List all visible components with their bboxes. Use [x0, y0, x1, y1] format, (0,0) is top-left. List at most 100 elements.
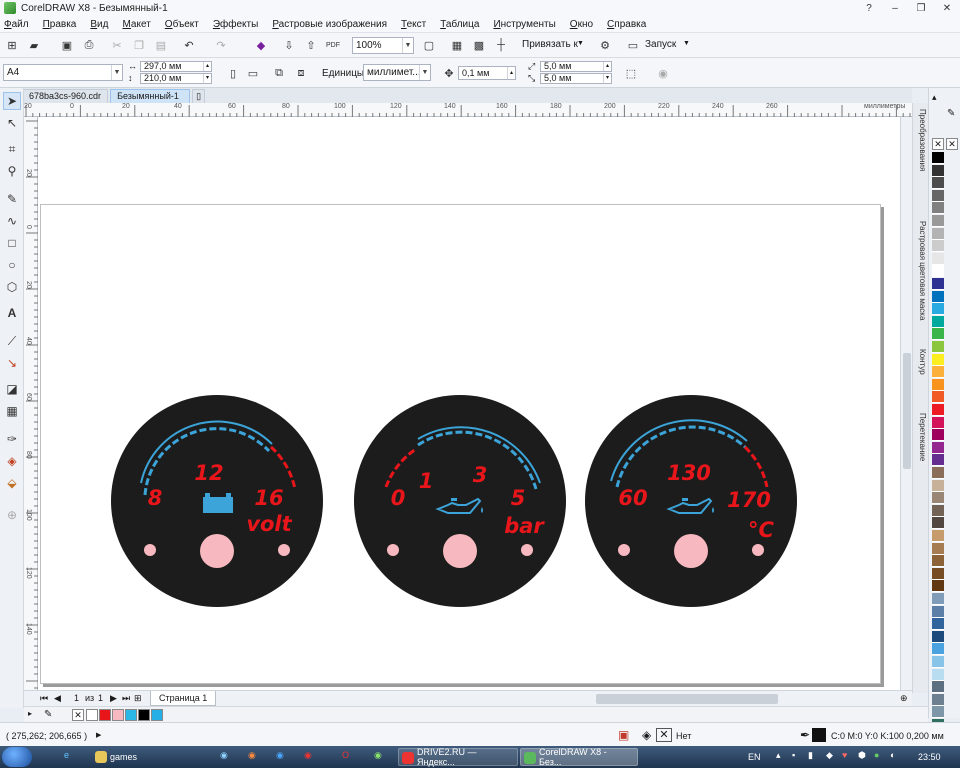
color-swatch[interactable]	[932, 391, 944, 404]
color-swatch[interactable]	[932, 681, 944, 694]
gauge-oil-pressure[interactable]: 0 1 3 5 bar	[354, 395, 566, 607]
gauge-voltmeter[interactable]: 8 12 16 volt	[111, 395, 323, 607]
color-swatch[interactable]	[932, 252, 944, 265]
center-knob	[200, 534, 234, 568]
document-color-swatch[interactable]	[138, 709, 150, 721]
docker-tab-transformations[interactable]: Преобразования	[915, 109, 927, 171]
tray-app-icon[interactable]: ▪	[792, 750, 795, 760]
ie-browser-icon[interactable]: e	[64, 750, 69, 760]
color-swatch[interactable]	[932, 668, 944, 681]
document-color-swatch[interactable]	[99, 709, 111, 721]
docker-tab-contour[interactable]: Контур	[915, 349, 927, 375]
palette-scroll-up-icon[interactable]: ▴	[932, 92, 937, 103]
color-swatch[interactable]	[932, 605, 944, 618]
coordinates-menu-icon[interactable]: ▶	[96, 731, 101, 739]
color-swatch[interactable]	[932, 542, 944, 555]
tray-network-icon[interactable]: ▮	[808, 750, 813, 761]
add-page-icon[interactable]: ⊞	[134, 693, 142, 704]
color-swatch[interactable]	[932, 479, 944, 492]
color-swatch[interactable]	[932, 177, 944, 190]
color-swatch[interactable]	[932, 240, 944, 253]
color-swatch[interactable]	[932, 227, 944, 240]
color-swatch[interactable]	[932, 656, 944, 668]
gauge-oil-temperature[interactable]: 60 130 170 °C	[585, 395, 797, 607]
color-swatch[interactable]	[932, 630, 944, 643]
no-color-swatch[interactable]: ✕	[72, 709, 84, 721]
color-swatch[interactable]	[932, 530, 944, 542]
tray-security-icon[interactable]: ♥	[842, 750, 847, 760]
app-icon[interactable]: ◉	[276, 750, 284, 761]
vertical-scroll-thumb[interactable]	[903, 353, 911, 469]
tray-app-icon[interactable]: ◆	[826, 750, 833, 761]
language-indicator[interactable]: EN	[748, 752, 761, 762]
color-swatch[interactable]	[932, 215, 944, 227]
color-swatch[interactable]	[932, 580, 944, 593]
outline-color-swatch	[812, 728, 826, 742]
tray-app-icon[interactable]: ●	[874, 750, 879, 760]
color-swatch[interactable]	[932, 265, 944, 278]
tray-app-icon[interactable]: ⬢	[858, 750, 866, 761]
color-swatch[interactable]	[932, 202, 944, 215]
taskbar-item-games[interactable]: games	[92, 748, 184, 766]
taskbar-item-yandex[interactable]: DRIVE2.RU — Яндекс...	[398, 747, 518, 767]
color-swatch[interactable]	[932, 517, 944, 530]
color-swatch[interactable]	[932, 416, 944, 429]
color-swatch[interactable]	[932, 504, 944, 517]
color-swatch[interactable]	[932, 353, 944, 366]
horizontal-scroll-thumb[interactable]	[596, 694, 778, 704]
next-page-icon[interactable]: ▶	[110, 693, 117, 704]
color-swatch[interactable]	[932, 341, 944, 353]
color-swatch[interactable]	[932, 290, 944, 303]
vertical-scrollbar[interactable]	[900, 117, 912, 690]
page-tab[interactable]: Страница 1	[150, 691, 217, 706]
docker-tab-bitmap-color-mask[interactable]: Растровая цветовая маска	[915, 221, 927, 320]
color-swatch[interactable]	[932, 378, 944, 391]
document-color-swatch[interactable]	[151, 709, 163, 721]
color-swatch[interactable]	[932, 429, 944, 442]
document-color-swatch[interactable]	[112, 709, 124, 721]
no-outline-swatch[interactable]: ✕	[946, 138, 958, 150]
app-icon[interactable]: ◉	[374, 750, 382, 761]
tray-arrow-icon[interactable]: ▴	[776, 750, 781, 761]
taskbar-item-coreldraw[interactable]: CorelDRAW X8 - Без...	[520, 747, 638, 767]
app-icon[interactable]: ◉	[220, 750, 228, 761]
no-color-swatch[interactable]: ✕	[932, 138, 944, 150]
color-swatch[interactable]	[932, 567, 944, 580]
clock[interactable]: 23:50	[918, 752, 941, 762]
color-swatch[interactable]	[932, 643, 944, 656]
document-color-swatch[interactable]	[125, 709, 137, 721]
color-swatch[interactable]	[932, 152, 944, 164]
close-button[interactable]: ✕	[934, 0, 960, 16]
color-swatch[interactable]	[932, 593, 944, 605]
docker-tab-blend[interactable]: Перетекание	[915, 413, 927, 461]
color-swatch[interactable]	[932, 467, 944, 479]
color-swatch[interactable]	[932, 706, 944, 719]
color-swatch[interactable]	[932, 315, 944, 328]
app-icon[interactable]: ◉	[304, 750, 312, 761]
first-page-icon[interactable]: ⏮	[40, 693, 48, 704]
color-swatch[interactable]	[932, 441, 944, 454]
color-swatch[interactable]	[932, 618, 944, 631]
opera-browser-icon[interactable]: O	[342, 750, 349, 760]
prev-page-icon[interactable]: ◀	[54, 693, 61, 704]
eyedropper-icon[interactable]: ✎	[44, 709, 52, 720]
eyedropper-icon[interactable]: ✎	[947, 108, 955, 119]
color-swatch[interactable]	[932, 366, 944, 379]
app-icon[interactable]: ◉	[248, 750, 256, 761]
palette-menu-icon[interactable]: ▸	[28, 709, 32, 718]
zoom-fit-icon[interactable]: ⊕	[900, 693, 908, 704]
color-swatch[interactable]	[932, 278, 944, 290]
color-swatch[interactable]	[932, 303, 944, 316]
color-swatch[interactable]	[932, 404, 944, 416]
color-swatch[interactable]	[932, 164, 944, 177]
document-color-swatch[interactable]	[86, 709, 98, 721]
volume-icon[interactable]: ◐	[890, 750, 895, 760]
color-swatch[interactable]	[932, 189, 944, 202]
color-swatch[interactable]	[932, 555, 944, 568]
color-swatch[interactable]	[932, 492, 944, 505]
start-button[interactable]	[2, 747, 32, 767]
color-swatch[interactable]	[932, 454, 944, 467]
last-page-icon[interactable]: ⏭	[122, 693, 130, 704]
color-swatch[interactable]	[932, 328, 944, 341]
color-swatch[interactable]	[932, 693, 944, 706]
